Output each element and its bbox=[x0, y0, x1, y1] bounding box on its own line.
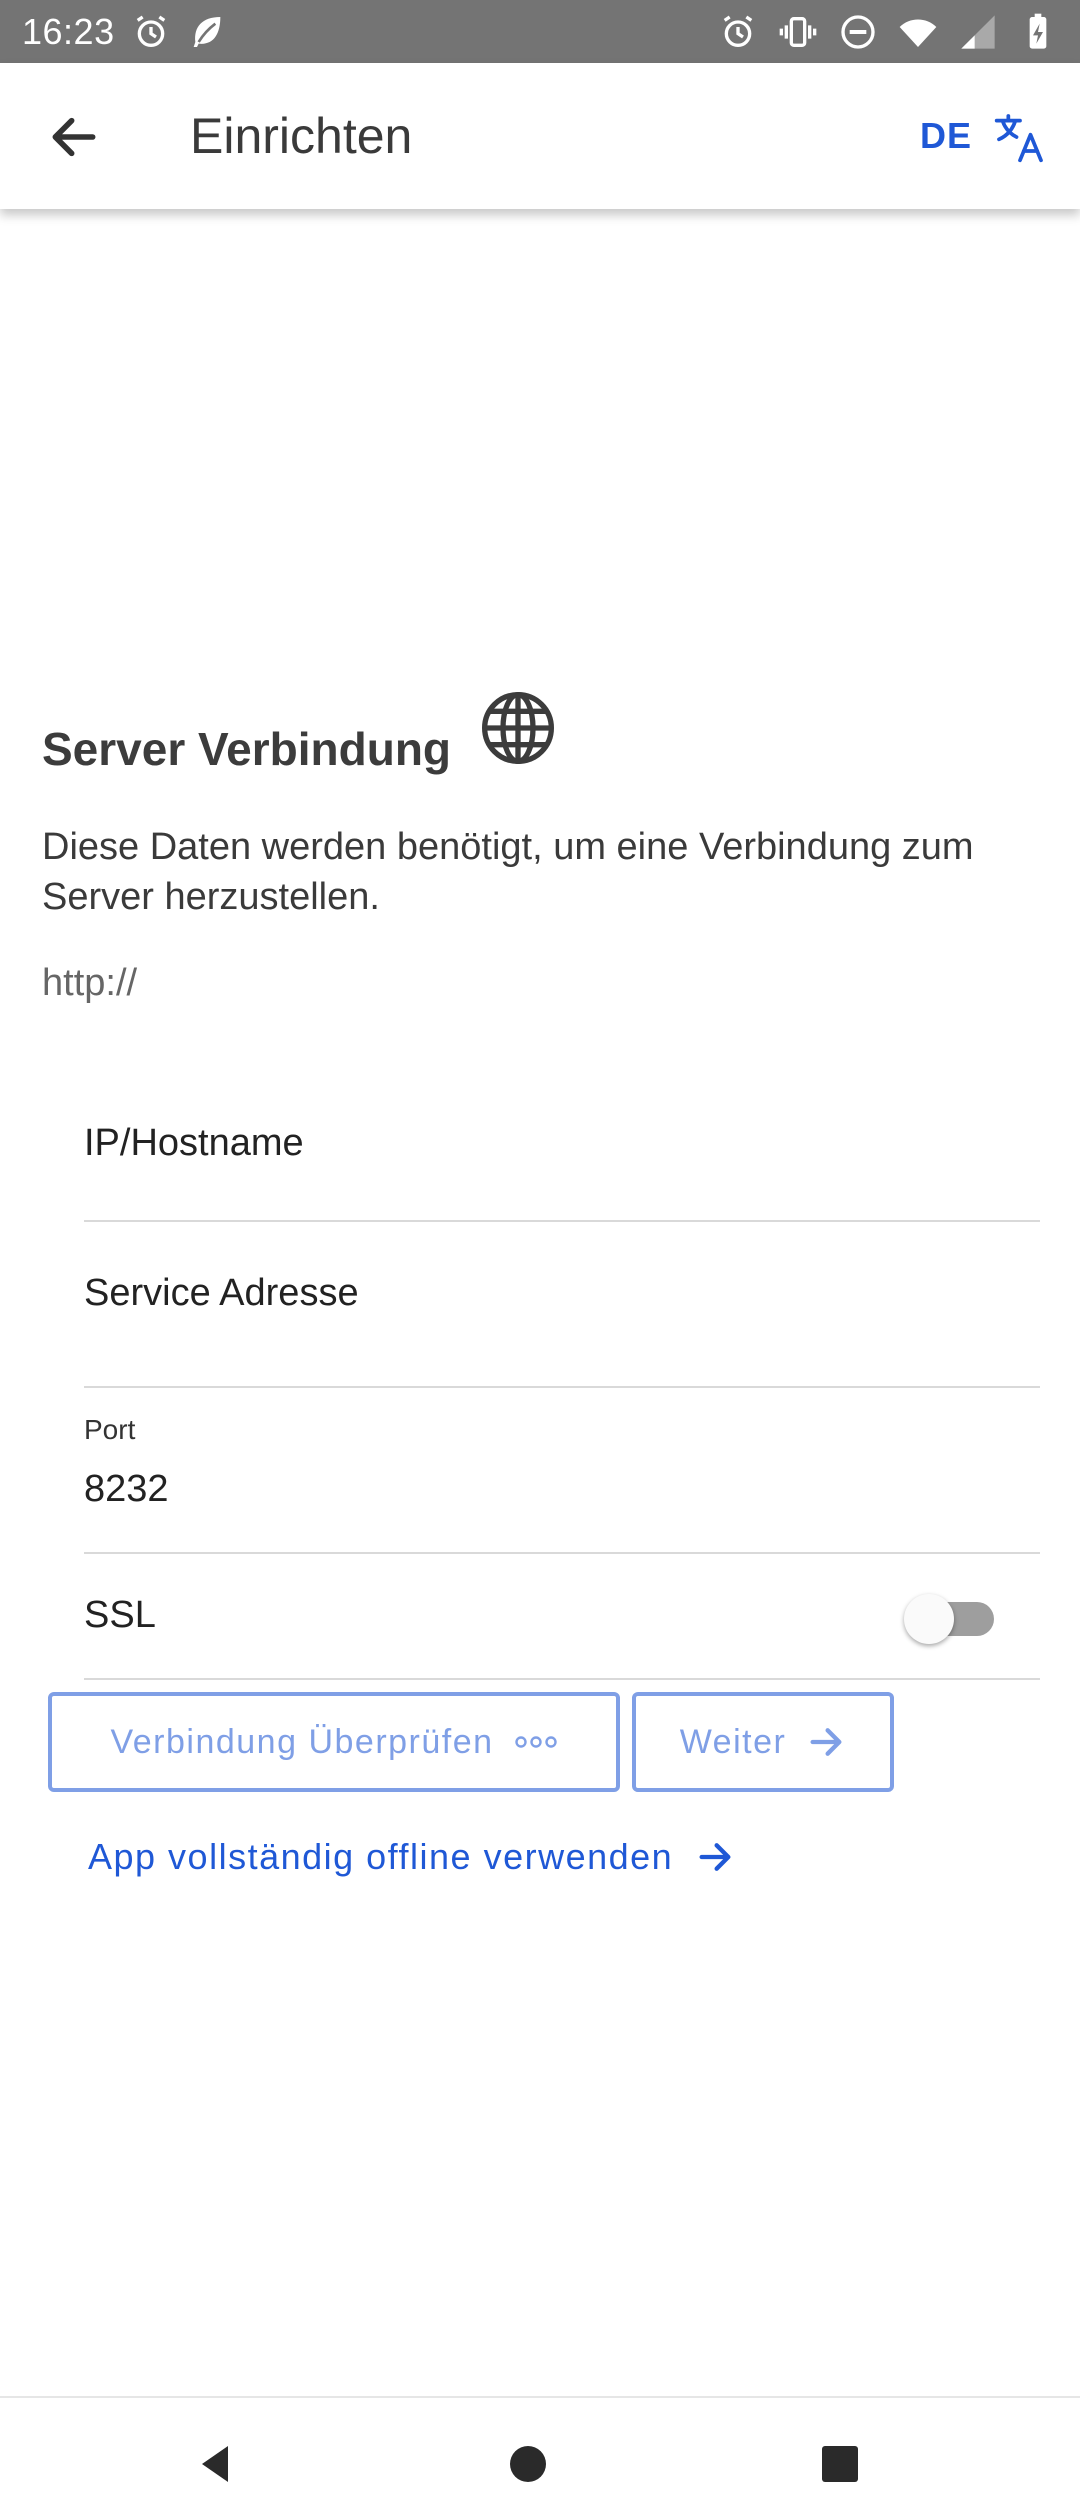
wifi-icon bbox=[898, 12, 938, 52]
verify-connection-label: Verbindung Überprüfen bbox=[110, 1722, 494, 1761]
service-address-input[interactable] bbox=[84, 1272, 1040, 1315]
nav-home-icon bbox=[510, 2446, 546, 2482]
section-title: Server Verbindung bbox=[42, 723, 452, 775]
nav-recents-icon bbox=[822, 2446, 858, 2482]
arrow-back-icon bbox=[52, 117, 96, 157]
next-button[interactable]: Weiter bbox=[632, 1692, 894, 1792]
app-bar: Einrichten DE bbox=[0, 63, 1080, 209]
ssl-toggle[interactable] bbox=[902, 1594, 1002, 1644]
back-button[interactable] bbox=[40, 103, 108, 171]
signal-icon bbox=[958, 12, 998, 52]
battery-charging-icon bbox=[1018, 12, 1058, 52]
nav-back-button[interactable] bbox=[186, 2434, 246, 2494]
more-dots-icon bbox=[514, 1735, 558, 1749]
alarm-icon bbox=[131, 12, 171, 52]
ssl-row: SSL bbox=[84, 1554, 1040, 1680]
ssl-toggle-thumb bbox=[904, 1594, 954, 1644]
next-label: Weiter bbox=[679, 1722, 787, 1761]
vibrate-icon bbox=[778, 12, 818, 52]
globe-icon bbox=[482, 692, 554, 764]
nav-back-icon bbox=[202, 2446, 228, 2482]
setup-screen: 16:23 Einrichten DE Server Verbindung Di… bbox=[0, 0, 1080, 2520]
language-code[interactable]: DE bbox=[920, 115, 972, 157]
port-label: Port bbox=[84, 1414, 136, 1445]
translate-button[interactable] bbox=[988, 105, 1052, 169]
port-field[interactable]: Port bbox=[84, 1388, 1040, 1554]
status-bar: 16:23 bbox=[0, 0, 1080, 63]
leaf-icon bbox=[187, 12, 227, 52]
arrow-forward-icon bbox=[695, 1837, 735, 1877]
section-description: Diese Daten werden benötigt, um eine Ver… bbox=[42, 826, 974, 918]
protocol-prefix: http:// bbox=[42, 962, 138, 1004]
translate-icon bbox=[994, 114, 1043, 163]
offline-mode-label: App vollständig offline verwenden bbox=[88, 1836, 674, 1877]
status-time: 16:23 bbox=[22, 10, 115, 52]
nav-home-button[interactable] bbox=[498, 2434, 558, 2494]
port-input[interactable] bbox=[84, 1468, 1040, 1511]
verify-connection-button[interactable]: Verbindung Überprüfen bbox=[48, 1692, 620, 1792]
hostname-field[interactable] bbox=[84, 1080, 1040, 1222]
alarm-icon bbox=[718, 12, 758, 52]
page-title: Einrichten bbox=[190, 108, 413, 164]
hostname-input[interactable] bbox=[84, 1122, 1040, 1165]
offline-mode-link[interactable]: App vollständig offline verwenden bbox=[88, 1836, 735, 1878]
service-address-field[interactable] bbox=[84, 1222, 1040, 1388]
do-not-disturb-icon bbox=[838, 12, 878, 52]
ssl-label: SSL bbox=[84, 1594, 156, 1636]
nav-recents-button[interactable] bbox=[810, 2434, 870, 2494]
system-navigation-bar bbox=[0, 2396, 1080, 2520]
arrow-forward-icon bbox=[806, 1722, 846, 1762]
